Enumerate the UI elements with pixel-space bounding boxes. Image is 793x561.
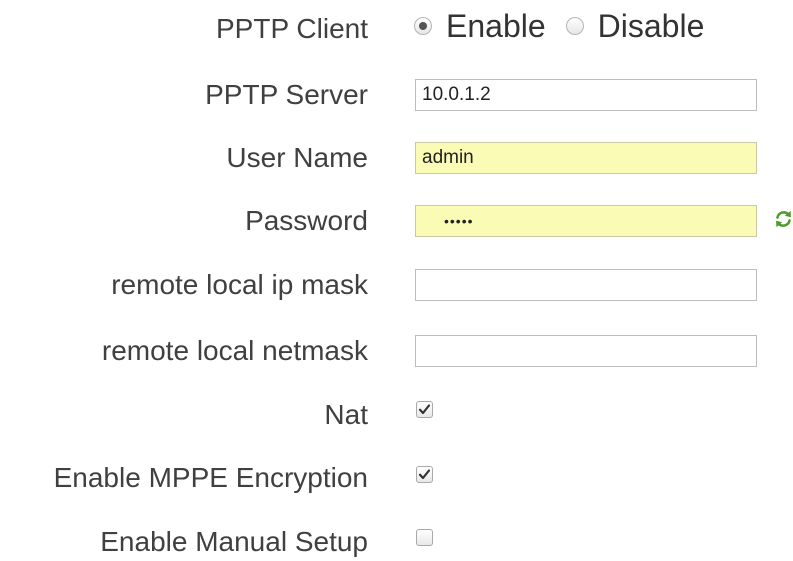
nat-checkbox[interactable]: [416, 401, 433, 418]
manual-setup-label: Enable Manual Setup: [100, 526, 368, 557]
enable-radio[interactable]: [414, 17, 432, 35]
pptp-server-input[interactable]: [415, 79, 757, 111]
remote-local-ip-mask-input[interactable]: [415, 269, 757, 301]
user-name-input[interactable]: [415, 142, 757, 174]
pptp-client-radio-group: Enable Disable: [414, 6, 704, 46]
password-label: Password: [245, 205, 368, 236]
checkmark-icon: [418, 404, 431, 415]
remote-local-netmask-input[interactable]: [415, 335, 757, 367]
checkmark-icon: [418, 469, 431, 480]
nat-label: Nat: [324, 399, 368, 430]
remote-local-ip-mask-label: remote local ip mask: [111, 269, 368, 300]
mppe-encryption-checkbox[interactable]: [416, 466, 433, 483]
mppe-encryption-label: Enable MPPE Encryption: [53, 462, 368, 493]
enable-radio-label: Enable: [446, 7, 546, 44]
pptp-client-label: PPTP Client: [216, 13, 368, 44]
disable-radio-label: Disable: [597, 7, 705, 44]
remote-local-netmask-label: remote local netmask: [101, 335, 368, 366]
disable-radio[interactable]: [565, 17, 584, 35]
password-input[interactable]: [415, 205, 757, 237]
refresh-icon[interactable]: [774, 208, 793, 230]
pptp-client-enable-option[interactable]: Enable: [414, 8, 546, 45]
pptp-client-disable-option[interactable]: Disable: [565, 7, 705, 45]
pptp-server-label: PPTP Server: [205, 79, 368, 110]
user-name-label: User Name: [226, 142, 368, 173]
manual-setup-checkbox[interactable]: [416, 529, 433, 546]
